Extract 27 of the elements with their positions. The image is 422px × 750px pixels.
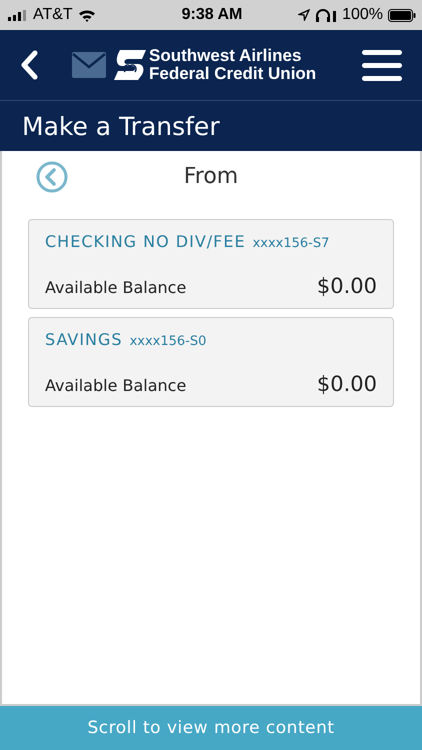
balance-amount: $0.00 <box>316 274 377 298</box>
signal-icon <box>8 10 28 20</box>
account-card[interactable]: SAVINGS xxxx156-S0 Available Balance $0.00 <box>28 317 394 407</box>
account-number: xxxx156-S0 <box>130 334 206 349</box>
clock-time: 9:38 AM <box>182 6 242 24</box>
battery-icon <box>388 8 416 22</box>
logo-text: Southwest Airlines <box>149 47 302 65</box>
menu-icon[interactable] <box>362 49 402 81</box>
mail-icon[interactable] <box>72 52 106 78</box>
back-icon[interactable] <box>20 50 38 80</box>
page-title: Make a Transfer <box>22 112 220 140</box>
location-arrow-icon <box>298 9 310 21</box>
logo-text: Federal Credit Union <box>149 65 316 83</box>
account-card[interactable]: CHECKING NO DIV/FEE xxxx156-S7 Available Balance $0.00 <box>28 219 394 309</box>
account-name: CHECKING NO DIV/FEE <box>45 232 246 251</box>
section-title: From <box>184 164 238 188</box>
carrier-name: AT&T <box>33 6 73 24</box>
balance-amount: $0.00 <box>316 372 377 396</box>
balance-label: Available Balance <box>45 278 186 297</box>
balance-label: Available Balance <box>45 376 186 395</box>
account-number: xxxx156-S7 <box>252 236 330 251</box>
scroll-hint: Scroll to view more content <box>87 718 335 738</box>
account-name: SAVINGS <box>45 330 123 349</box>
headphones-icon <box>315 8 338 22</box>
battery-percent: 100% <box>342 6 383 24</box>
wifi-icon <box>78 8 96 22</box>
logo-icon <box>114 49 146 81</box>
